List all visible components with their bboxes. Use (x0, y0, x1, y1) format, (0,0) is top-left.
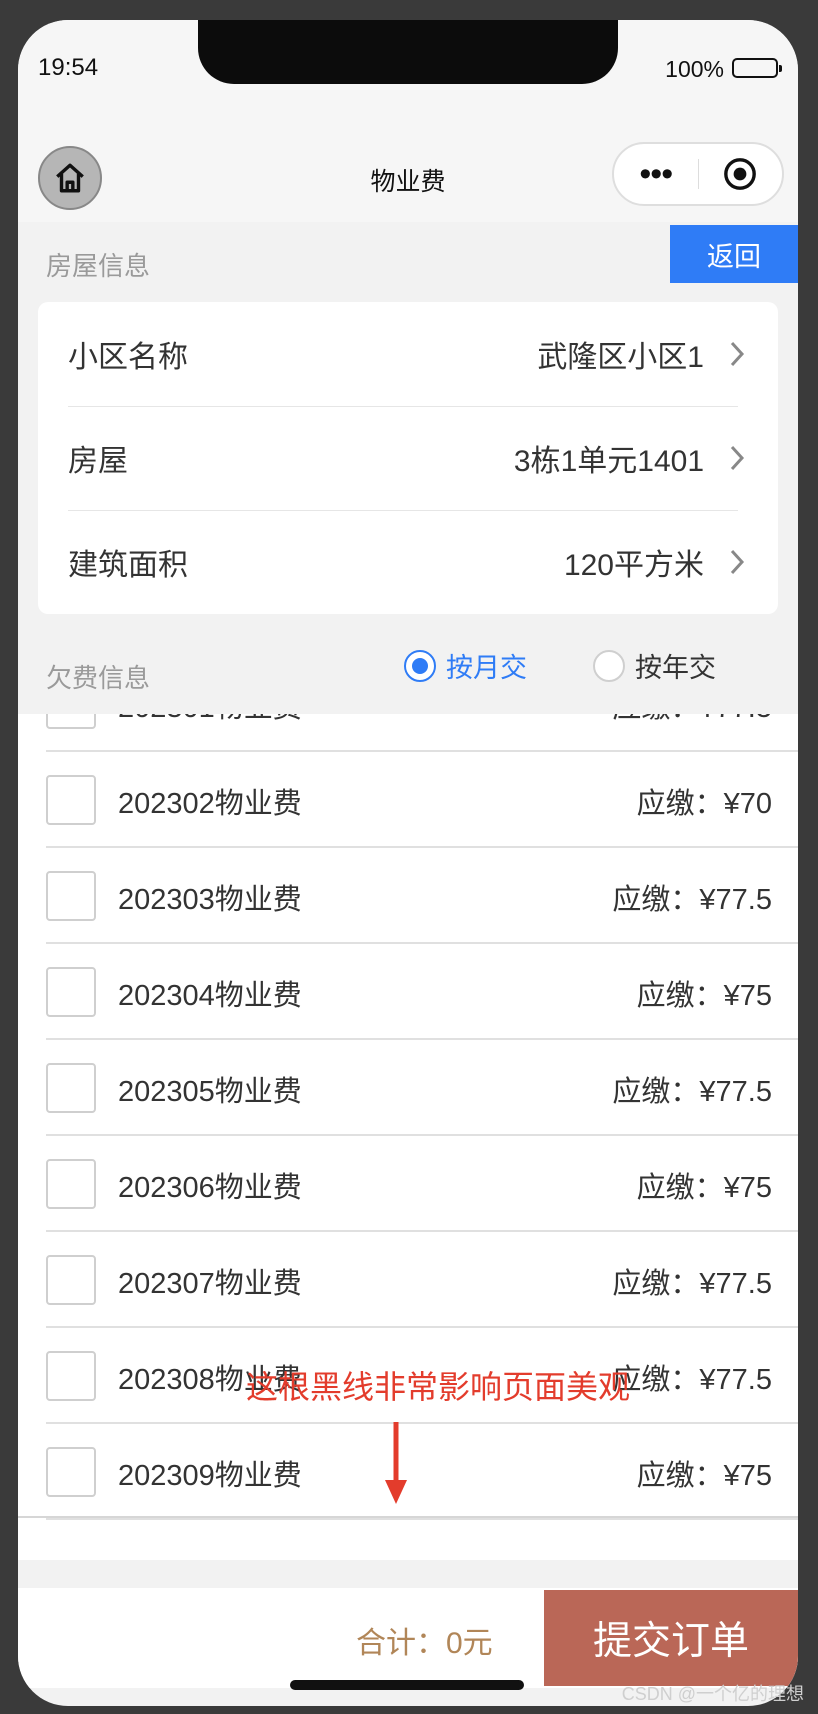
house-row-house[interactable]: 房屋 3栋1单元1401 (68, 406, 748, 510)
fee-name: 202301物业费 (118, 714, 302, 726)
close-target-icon[interactable] (698, 157, 782, 191)
row-label: 房屋 (68, 445, 128, 478)
device-notch (198, 20, 618, 84)
row-label: 小区名称 (68, 341, 188, 374)
checkbox[interactable] (46, 1255, 96, 1305)
fee-amount: 应缴：¥75 (636, 1460, 772, 1492)
fee-amount: 应缴：¥77.5 (612, 1076, 772, 1108)
fee-row[interactable]: 202304物业费 应缴：¥75 (46, 944, 798, 1040)
house-info-card: 小区名称 武隆区小区1 房屋 3栋1单元1401 建筑面积 120平方米 (38, 302, 778, 614)
fee-row[interactable]: 202301物业费 应缴：¥77.5 (46, 714, 798, 752)
fee-row[interactable]: 202309物业费 应缴：¥75 (46, 1424, 798, 1520)
fee-name: 202307物业费 (118, 1268, 302, 1300)
checkbox[interactable] (46, 1159, 96, 1209)
total-amount: 合计：0元 (356, 1627, 493, 1660)
phone-screen: 19:54 100% 物业费 ••• 房屋信息 返回 小区名称 武隆区小区1 房… (18, 20, 798, 1706)
fee-name: 202305物业费 (118, 1076, 302, 1108)
arrow-down-icon (385, 1422, 407, 1504)
chevron-right-icon (726, 340, 748, 368)
fee-name: 202309物业费 (118, 1460, 302, 1492)
fee-amount: 应缴：¥75 (636, 980, 772, 1012)
status-time: 19:54 (38, 54, 99, 81)
fee-name: 202303物业费 (118, 884, 302, 916)
fee-row[interactable]: 202306物业费 应缴：¥75 (46, 1136, 798, 1232)
payment-mode-radio-group: 按月交 按年交 (404, 646, 716, 685)
submit-order-button[interactable]: 提交订单 (544, 1590, 798, 1686)
checkbox[interactable] (46, 1351, 96, 1401)
row-value: 3栋1单元1401 (513, 445, 704, 478)
fee-name: 202304物业费 (118, 980, 302, 1012)
fee-row[interactable]: 202307物业费 应缴：¥77.5 (46, 1232, 798, 1328)
fee-amount: 应缴：¥77.5 (612, 1268, 772, 1300)
watermark: CSDN @一个亿的理想 (621, 1684, 804, 1704)
footer-spacer (18, 1560, 798, 1588)
checkbox[interactable] (46, 775, 96, 825)
house-row-community[interactable]: 小区名称 武隆区小区1 (68, 302, 748, 406)
fee-amount: 应缴：¥70 (636, 788, 772, 820)
fee-amount: 应缴：¥77.5 (612, 884, 772, 916)
home-indicator[interactable] (290, 1680, 524, 1690)
fee-row[interactable]: 202302物业费 应缴：¥70 (46, 752, 798, 848)
radio-checked-icon (404, 649, 436, 682)
house-row-area[interactable]: 建筑面积 120平方米 (68, 510, 748, 614)
fee-name: 202306物业费 (118, 1172, 302, 1204)
radio-monthly[interactable]: 按月交 (404, 646, 527, 685)
annotation-text: 这根黑线非常影响页面美观 (246, 1369, 631, 1405)
battery-percent: 100% (665, 56, 724, 82)
checkbox[interactable] (46, 1447, 96, 1497)
fee-amount: 应缴：¥77.5 (612, 714, 772, 726)
row-value: 120平方米 (563, 549, 704, 582)
radio-yearly[interactable]: 按年交 (593, 646, 716, 685)
fee-row[interactable]: 202303物业费 应缴：¥77.5 (46, 848, 798, 944)
checkbox[interactable] (46, 967, 96, 1017)
chevron-right-icon (726, 548, 748, 576)
stray-divider-line (18, 1516, 798, 1518)
fee-name: 202302物业费 (118, 788, 302, 820)
fee-row[interactable]: 202305物业费 应缴：¥77.5 (46, 1040, 798, 1136)
row-label: 建筑面积 (68, 549, 188, 582)
checkbox[interactable] (46, 714, 96, 729)
chevron-right-icon (726, 444, 748, 472)
house-info-label: 房屋信息 (46, 251, 151, 281)
checkbox[interactable] (46, 871, 96, 921)
footer-bar: 合计：0元 提交订单 (18, 1588, 798, 1688)
battery-icon (732, 58, 782, 78)
fee-amount: 应缴：¥77.5 (612, 1364, 772, 1396)
checkbox[interactable] (46, 1063, 96, 1113)
fee-amount: 应缴：¥75 (636, 1172, 772, 1204)
radio-label: 按年交 (635, 653, 716, 683)
nav-bar: 物业费 ••• (18, 110, 798, 222)
mini-program-capsule: ••• (612, 142, 784, 206)
row-value: 武隆区小区1 (537, 341, 704, 374)
more-icon[interactable]: ••• (614, 157, 698, 191)
back-button[interactable]: 返回 (670, 225, 798, 283)
radio-unchecked-icon (593, 649, 625, 682)
radio-label: 按月交 (446, 653, 527, 683)
arrears-info-label: 欠费信息 (46, 663, 151, 693)
